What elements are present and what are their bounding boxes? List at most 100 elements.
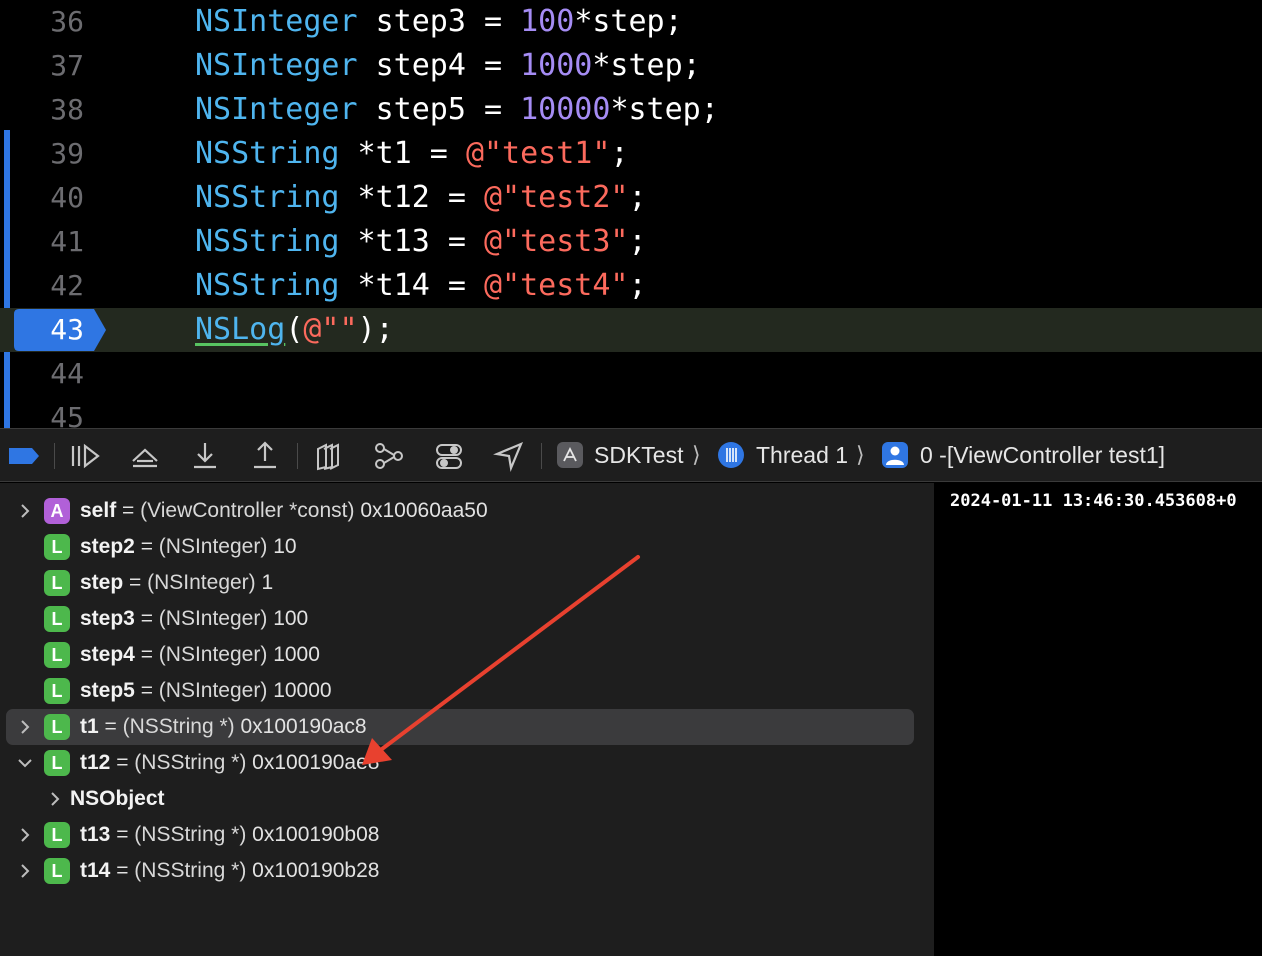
code-line[interactable]: 41 NSString *t13 = @"test3"; [0,220,1262,264]
equals-sign: = [110,859,135,882]
equals-sign: = [110,751,135,774]
chevron-right-icon: ⟩ [692,442,701,467]
step-over-icon[interactable] [128,439,162,473]
equals-sign: = [98,715,123,738]
variable-row-step[interactable]: Lstep = (NSInteger) 1 [6,565,914,601]
variable-row-t1[interactable]: Lt1 = (NSString *) 0x100190ac8 [6,709,914,745]
variable-value: 0x100190b08 [252,823,380,846]
step-into-icon[interactable] [188,439,222,473]
continue-icon[interactable] [68,439,102,473]
variable-name: t12 [80,751,111,774]
code-token-num: 100 [520,4,575,39]
variable-text: step5 = (NSInteger) 10000 [80,673,332,709]
breakpoints-toggle-icon[interactable] [6,439,40,473]
code-editor[interactable]: 36 NSInteger step3 = 100*step; 37 NSInteger… [0,0,1262,428]
variable-row-step2[interactable]: Lstep2 = (NSInteger) 10 [6,529,914,565]
code-token-num: 1000 [520,48,593,83]
debug-toolbar: SDKTest ⟩ Thread 1 ⟩ 0 -[ViewController … [0,428,1262,482]
equals-sign: = [134,643,159,666]
local-badge-icon: L [44,570,70,596]
local-badge-icon: L [44,642,70,668]
environment-overrides-icon[interactable] [432,439,466,473]
code-text: NSString *t14 = @"test4"; [195,264,647,308]
variable-row-nsobject[interactable]: NSObject [6,781,914,817]
equals-sign: = [134,679,159,702]
current-code-line[interactable]: 43 NSLog(@""); [0,308,1262,352]
variable-value: 10000 [273,679,332,702]
variable-type: (NSInteger) [158,679,268,702]
code-token-type: NSInteger [195,92,358,127]
variable-type: (NSInteger) [158,643,268,666]
console-output[interactable]: 2024-01-11 13:46:30.453608+0 [934,483,1262,956]
variable-text: step4 = (NSInteger) 1000 [80,637,320,673]
code-line[interactable]: 44 [0,352,1262,396]
code-token-str: @"test2" [484,180,629,215]
code-text: NSInteger step3 = 100*step; [195,0,683,44]
code-token-plain: ; [610,136,629,171]
chevron-right-icon[interactable] [46,790,64,808]
code-line[interactable]: 38 NSInteger step5 = 10000*step; [0,88,1262,132]
code-line[interactable]: 42 NSString *t14 = @"test4"; [0,264,1262,308]
simulate-location-icon[interactable] [492,439,526,473]
line-number: 39 [50,137,84,170]
view-hierarchy-icon[interactable] [312,439,346,473]
memory-graph-icon[interactable] [372,439,406,473]
variable-type: (NSInteger) [158,535,268,558]
chevron-right-icon[interactable] [16,826,34,844]
breadcrumb-app[interactable]: SDKTest [594,429,683,483]
variable-row-t12[interactable]: Lt12 = (NSString *) 0x100190ae8 [6,745,914,781]
variable-name: t13 [80,823,111,846]
step-out-icon[interactable] [248,439,282,473]
chevron-down-icon[interactable] [16,754,34,772]
code-text: NSInteger step4 = 1000*step; [195,44,701,88]
line-number: 41 [50,225,84,258]
app-icon [557,442,583,468]
local-badge-icon: L [44,750,70,776]
line-number: 43 [50,313,84,346]
variable-row-step3[interactable]: Lstep3 = (NSInteger) 100 [6,601,914,637]
code-token-type: NSInteger [195,4,358,39]
variable-text: self = (ViewController *const) 0x10060aa… [80,493,488,529]
code-text: NSLog(@""); [195,308,394,352]
line-number: 45 [50,401,84,428]
variable-row-self[interactable]: Aself = (ViewController *const) 0x10060a… [6,493,914,529]
variable-name: step5 [80,679,135,702]
variable-row-step5[interactable]: Lstep5 = (NSInteger) 10000 [6,673,914,709]
code-line[interactable]: 37 NSInteger step4 = 1000*step; [0,44,1262,88]
chevron-right-icon[interactable] [16,862,34,880]
local-badge-icon: L [44,822,70,848]
variable-text: NSObject [70,781,165,817]
variable-value: 1 [261,571,274,594]
local-badge-icon: L [44,858,70,884]
code-token-plain: step4 = [357,48,521,83]
variable-row-t14[interactable]: Lt14 = (NSString *) 0x100190b28 [6,853,914,889]
breadcrumb-frame[interactable]: 0 -[ViewController test1] [920,429,1165,483]
code-token-plain: *t1 = [339,136,466,171]
variable-row-step4[interactable]: Lstep4 = (NSInteger) 1000 [6,637,914,673]
variable-value: 0x100190b28 [252,859,380,882]
code-token-plain: *t12 = [339,180,484,215]
code-line[interactable]: 39 NSString *t1 = @"test1"; [0,132,1262,176]
chevron-right-icon[interactable] [16,718,34,736]
code-line[interactable]: 36 NSInteger step3 = 100*step; [0,0,1262,44]
variables-view[interactable]: Aself = (ViewController *const) 0x10060a… [0,483,934,956]
variable-value: 0x100190ae8 [252,751,380,774]
code-token-plain: ; [628,224,647,259]
chevron-right-icon[interactable] [16,502,34,520]
variable-name: t14 [80,859,111,882]
code-token-plain: step5 = [357,92,521,127]
code-token-plain: *t14 = [339,268,484,303]
variable-type: (NSInteger) [147,571,256,594]
variable-text: t13 = (NSString *) 0x100190b08 [80,817,379,853]
breadcrumb-thread[interactable]: Thread 1 [756,429,848,483]
code-line[interactable]: 40 NSString *t12 = @"test2"; [0,176,1262,220]
variable-text: t1 = (NSString *) 0x100190ac8 [80,709,367,745]
variable-row-t13[interactable]: Lt13 = (NSString *) 0x100190b08 [6,817,914,853]
stack-frame-user-icon [882,442,908,468]
variable-text: t12 = (NSString *) 0x100190ae8 [80,745,379,781]
code-line[interactable]: 45 [0,396,1262,428]
line-number: 44 [50,357,84,390]
variable-name: self [80,499,117,522]
variable-value: 10 [273,535,297,558]
code-text: NSString *t13 = @"test3"; [195,220,647,264]
